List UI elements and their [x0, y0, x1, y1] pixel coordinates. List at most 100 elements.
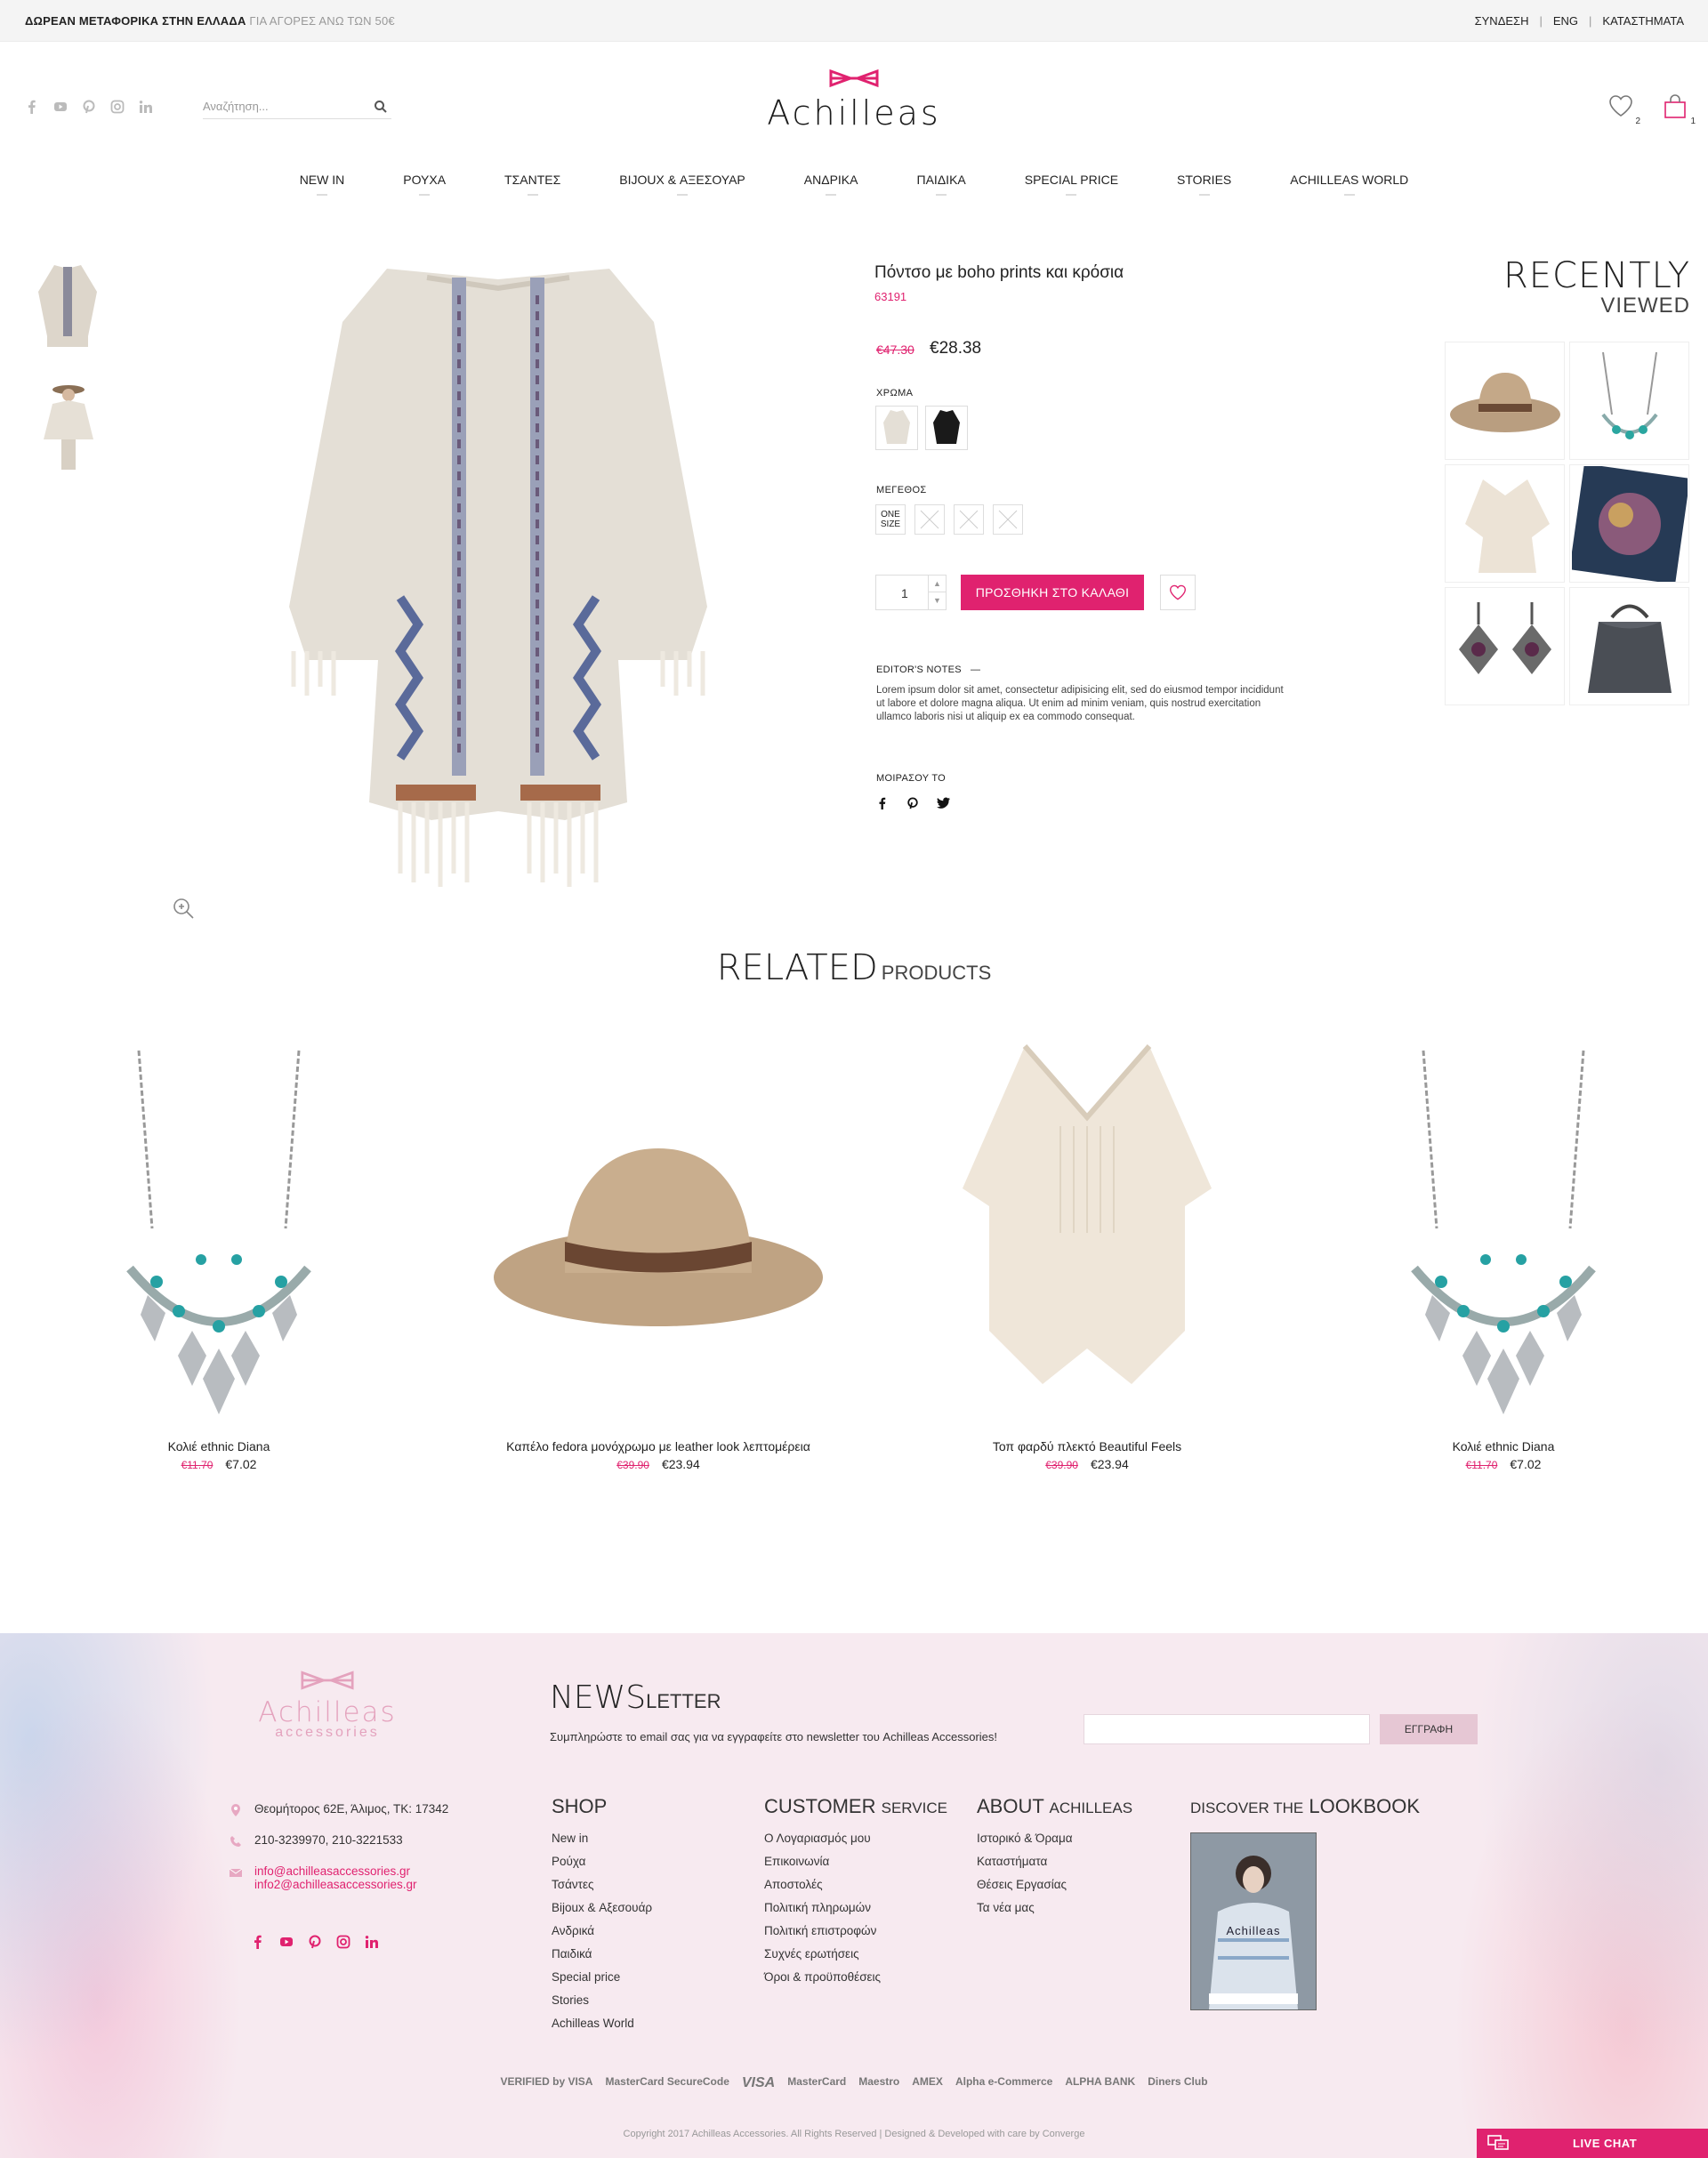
- footer-link[interactable]: Achilleas World: [552, 2012, 652, 2035]
- search-field[interactable]: Αναζήτηση...: [203, 96, 391, 119]
- footer-link[interactable]: Αποστολές: [764, 1873, 947, 1896]
- product-title: Πόντσο με boho prints και κρόσια: [874, 263, 1124, 282]
- add-to-cart-button[interactable]: ΠΡΟΣΘΗΚΗ ΣΤΟ ΚΑΛΑΘΙ: [961, 575, 1144, 610]
- recently-viewed-item[interactable]: [1569, 342, 1689, 460]
- nav-item-new-in[interactable]: NEW IN: [270, 173, 375, 196]
- youtube-icon[interactable]: [279, 1935, 294, 1949]
- related-product-image[interactable]: [900, 1037, 1274, 1429]
- zoom-icon[interactable]: [172, 897, 195, 920]
- nav-item-stories[interactable]: STORIES: [1148, 173, 1261, 196]
- size-option-one-size[interactable]: ONE SIZE: [875, 504, 906, 535]
- quantity-up-icon[interactable]: ▲: [928, 576, 946, 592]
- wishlist-count: 2: [1635, 117, 1640, 126]
- login-link[interactable]: ΣΥΝΔΕΣΗ: [1464, 14, 1540, 28]
- product-sku: 63191: [874, 290, 907, 303]
- related-product-name[interactable]: Τοπ φαρδύ πλεκτό Beautiful Feels: [900, 1439, 1274, 1453]
- instagram-icon[interactable]: [336, 1935, 350, 1949]
- quantity-down-icon[interactable]: ▼: [928, 592, 946, 609]
- related-product-card[interactable]: Κολιέ ethnic Diana €11.70 €7.02: [32, 1037, 406, 1471]
- logo-text: Achilleas: [767, 93, 941, 133]
- nav-item-kids[interactable]: ΠΑΙΔΙΚΑ: [887, 173, 995, 196]
- related-product-name[interactable]: Καπέλο fedora μονόχρωμο με leather look …: [471, 1439, 845, 1453]
- footer-link[interactable]: Ανδρικά: [552, 1920, 652, 1943]
- recently-viewed-item[interactable]: [1445, 342, 1565, 460]
- instagram-icon[interactable]: [110, 100, 125, 114]
- related-product-card[interactable]: Καπέλο fedora μονόχρωμο με leather look …: [471, 1037, 845, 1471]
- related-product-image[interactable]: [1317, 1037, 1690, 1429]
- footer-link[interactable]: Τα νέα μας: [977, 1896, 1132, 1920]
- footer-email-1[interactable]: info@achilleasaccessories.gr: [254, 1864, 417, 1878]
- footer-link[interactable]: Πολιτική επιστροφών: [764, 1920, 947, 1943]
- footer-link[interactable]: Bijoux & Αξεσουάρ: [552, 1896, 652, 1920]
- pinterest-icon[interactable]: [906, 797, 919, 809]
- add-to-wishlist-button[interactable]: [1160, 575, 1196, 610]
- search-icon[interactable]: [374, 100, 388, 114]
- linkedin-icon[interactable]: [139, 100, 153, 114]
- footer-link[interactable]: Όροι & προϋποθέσεις: [764, 1966, 947, 1989]
- recently-viewed-item[interactable]: [1569, 464, 1689, 583]
- nav-item-clothing[interactable]: ΡΟΥΧΑ: [374, 173, 475, 196]
- recently-viewed-item[interactable]: [1445, 587, 1565, 705]
- youtube-icon[interactable]: [53, 100, 68, 114]
- footer-link[interactable]: Πολιτική πληρωμών: [764, 1896, 947, 1920]
- nav-item-men[interactable]: ΑΝΔΡΙΚΑ: [775, 173, 888, 196]
- product-thumbnail-2[interactable]: [36, 377, 100, 473]
- color-swatch-beige[interactable]: [875, 406, 918, 450]
- footer-link[interactable]: New in: [552, 1827, 652, 1850]
- footer-link[interactable]: Special price: [552, 1966, 652, 1989]
- quantity-value[interactable]: 1: [901, 586, 908, 600]
- facebook-icon[interactable]: [876, 797, 889, 809]
- color-swatch-black[interactable]: [925, 406, 968, 450]
- language-link[interactable]: ENG: [1543, 14, 1589, 28]
- recently-viewed-item[interactable]: [1569, 587, 1689, 705]
- twitter-icon[interactable]: [937, 797, 950, 809]
- copyright: Copyright 2017 Achilleas Accessories. Al…: [623, 2129, 1085, 2139]
- nav-item-bags[interactable]: ΤΣΑΝΤΕΣ: [475, 173, 590, 196]
- footer-link[interactable]: Stories: [552, 1989, 652, 2012]
- editors-notes-toggle[interactable]: EDITOR'S NOTES —: [876, 664, 980, 675]
- related-product-card[interactable]: Τοπ φαρδύ πλεκτό Beautiful Feels €39.90 €…: [900, 1037, 1274, 1471]
- footer-link[interactable]: Θέσεις Εργασίας: [977, 1873, 1132, 1896]
- footer-link[interactable]: Ο Λογαριασμός μου: [764, 1827, 947, 1850]
- linkedin-icon[interactable]: [365, 1935, 379, 1949]
- search-input[interactable]: Αναζήτηση...: [203, 100, 269, 113]
- newsletter-subscribe-button[interactable]: ΕΓΓΡΑΦΗ: [1380, 1714, 1478, 1744]
- nav-item-bijoux[interactable]: BIJOUX & ΑΞΕΣΟΥΑΡ: [590, 173, 775, 196]
- cart-button[interactable]: 1: [1664, 94, 1696, 126]
- product-old-price: €47.30: [876, 342, 914, 357]
- footer-link[interactable]: Επικοινωνία: [764, 1850, 947, 1873]
- nav-item-achilleas-world[interactable]: ACHILLEAS WORLD: [1261, 173, 1438, 196]
- chat-icon: [1487, 2135, 1509, 2150]
- live-chat-button[interactable]: LIVE CHAT: [1477, 2129, 1708, 2158]
- related-product-image[interactable]: [32, 1037, 406, 1429]
- site-logo[interactable]: Achilleas: [761, 68, 947, 133]
- nav-item-special-price[interactable]: SPECIAL PRICE: [995, 173, 1148, 196]
- stores-link[interactable]: ΚΑΤΑΣΤΗΜΑΤΑ: [1591, 14, 1695, 28]
- facebook-icon[interactable]: [25, 100, 39, 114]
- pinterest-icon[interactable]: [82, 100, 96, 114]
- footer-link[interactable]: Τσάντες: [552, 1873, 652, 1896]
- footer-customer-title: CUSTOMER SERVICE: [764, 1795, 947, 1817]
- footer-email-2[interactable]: info2@achilleasaccessories.gr: [254, 1878, 417, 1891]
- related-product-image[interactable]: [471, 1037, 845, 1429]
- footer-link[interactable]: Ιστορικό & Όραμα: [977, 1827, 1132, 1850]
- product-thumbnail-1[interactable]: [36, 258, 100, 354]
- footer-logo[interactable]: Achilleas accessories: [247, 1669, 407, 1741]
- lookbook-cover[interactable]: Achilleas: [1190, 1832, 1317, 2010]
- pinterest-icon[interactable]: [308, 1935, 322, 1949]
- related-product-price: €23.94: [1090, 1457, 1129, 1471]
- footer-link[interactable]: Συχνές ερωτήσεις: [764, 1943, 947, 1966]
- footer-link[interactable]: Παιδικά: [552, 1943, 652, 1966]
- related-product-name[interactable]: Κολιέ ethnic Diana: [1317, 1439, 1690, 1453]
- footer-link[interactable]: Ρούχα: [552, 1850, 652, 1873]
- newsletter-email-input[interactable]: [1084, 1714, 1370, 1744]
- facebook-icon[interactable]: [251, 1935, 265, 1949]
- related-product-card[interactable]: Κολιέ ethnic Diana €11.70 €7.02: [1317, 1037, 1690, 1471]
- mastercard-logo: MasterCard: [787, 2075, 847, 2088]
- share-buttons: [876, 797, 950, 809]
- related-product-name[interactable]: Κολιέ ethnic Diana: [32, 1439, 406, 1453]
- wishlist-button[interactable]: 2: [1608, 94, 1640, 126]
- footer-link[interactable]: Καταστήματα: [977, 1850, 1132, 1873]
- recently-viewed-item[interactable]: [1445, 464, 1565, 583]
- quantity-stepper[interactable]: 1 ▲ ▼: [875, 575, 947, 610]
